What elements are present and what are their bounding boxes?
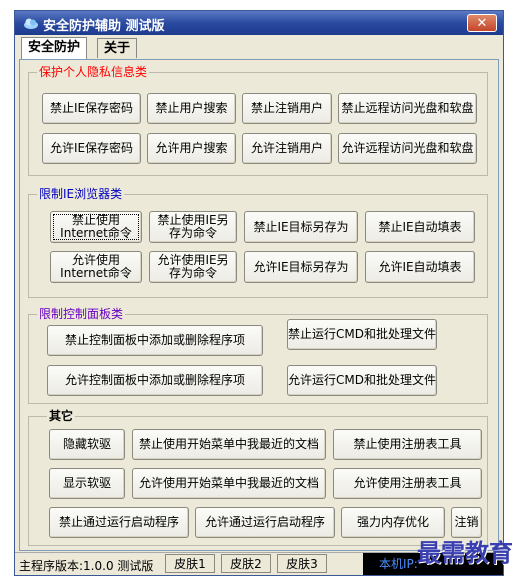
disable-ie-save-as-command-button[interactable]: 禁止使用IE另 存为命令	[149, 211, 237, 243]
allow-recent-docs-button[interactable]: 允许使用开始菜单中我最近的文档	[132, 468, 326, 499]
skin-2-button[interactable]: 皮肤2	[221, 554, 271, 573]
tab-about[interactable]: 关于	[97, 38, 138, 58]
window-title: 安全防护辅助 测试版	[43, 19, 165, 34]
group-ie: 限制IE浏览器类 禁止使用 Internet命令 禁止使用IE另 存为命令 禁止…	[28, 187, 488, 298]
disable-add-remove-programs-button[interactable]: 禁止控制面板中添加或删除程序项	[47, 325, 263, 356]
allow-user-search-button[interactable]: 允许用户搜索	[147, 133, 236, 164]
disable-recent-docs-button[interactable]: 禁止使用开始菜单中我最近的文档	[132, 429, 326, 460]
cloud-app-icon	[24, 18, 38, 29]
tab-content: 保护个人隐私信息类 禁止IE保存密码 禁止用户搜索 禁止注销用户 禁止远程访问光…	[19, 59, 499, 551]
group-control-panel: 限制控制面板类 禁止控制面板中添加或删除程序项 禁止运行CMD和批处理文件 允许…	[28, 307, 488, 404]
version-text: 主程序版本:1.0.0 测试版	[19, 559, 154, 573]
allow-ie-save-password-button[interactable]: 允许IE保存密码	[42, 133, 141, 164]
allow-logoff-user-button[interactable]: 允许注销用户	[242, 133, 332, 164]
group-other: 其它 隐藏软驱 禁止使用开始菜单中我最近的文档 禁止使用注册表工具 显示软驱 允…	[28, 409, 488, 546]
disable-user-search-button[interactable]: 禁止用户搜索	[147, 93, 236, 124]
allow-remote-cd-floppy-button[interactable]: 允许远程访问光盘和软盘	[338, 133, 477, 164]
group-privacy-title: 保护个人隐私信息类	[37, 65, 150, 79]
show-floppy-button[interactable]: 显示软驱	[49, 468, 125, 499]
group-ie-title: 限制IE浏览器类	[37, 187, 125, 201]
title-bar[interactable]: 安全防护辅助 测试版 ✕	[15, 11, 503, 35]
group-control-panel-title: 限制控制面板类	[37, 307, 126, 321]
disable-ie-target-save-as-button[interactable]: 禁止IE目标另存为	[244, 211, 358, 243]
button-label: 存为命令	[168, 226, 217, 240]
disable-registry-tools-button[interactable]: 禁止使用注册表工具	[333, 429, 482, 460]
allow-add-remove-programs-button[interactable]: 允许控制面板中添加或删除程序项	[47, 365, 263, 396]
allow-internet-command-button[interactable]: 允许使用 Internet命令	[50, 251, 142, 283]
tab-security[interactable]: 安全防护	[21, 37, 88, 59]
allow-cmd-batch-button[interactable]: 允许运行CMD和批处理文件	[287, 365, 437, 396]
watermark-text: 最需教育	[417, 538, 513, 567]
group-other-title: 其它	[47, 409, 76, 423]
main-window: 安全防护辅助 测试版 ✕ 安全防护 关于 保护个人隐私信息类 禁止IE保存密码 …	[14, 10, 504, 576]
allow-run-command-button[interactable]: 允许通过运行启动程序	[195, 507, 335, 538]
disable-run-command-button[interactable]: 禁止通过运行启动程序	[49, 507, 189, 538]
allow-ie-target-save-as-button[interactable]: 允许IE目标另存为	[244, 251, 358, 283]
disable-remote-cd-floppy-button[interactable]: 禁止远程访问光盘和软盘	[338, 93, 477, 124]
button-label: 存为命令	[168, 266, 217, 280]
skin-3-button[interactable]: 皮肤3	[277, 554, 327, 573]
allow-ie-autofill-button[interactable]: 允许IE自动填表	[365, 251, 475, 283]
ip-label: 本机IP:	[379, 557, 418, 571]
hide-floppy-button[interactable]: 隐藏软驱	[49, 429, 125, 460]
allow-registry-tools-button[interactable]: 允许使用注册表工具	[333, 468, 482, 499]
disable-internet-command-button[interactable]: 禁止使用 Internet命令	[50, 211, 142, 243]
close-button[interactable]: ✕	[467, 14, 497, 32]
allow-ie-save-as-command-button[interactable]: 允许使用IE另 存为命令	[149, 251, 237, 283]
group-privacy: 保护个人隐私信息类 禁止IE保存密码 禁止用户搜索 禁止注销用户 禁止远程访问光…	[28, 65, 488, 176]
disable-cmd-batch-button[interactable]: 禁止运行CMD和批处理文件	[287, 319, 437, 350]
button-label: Internet命令	[60, 226, 132, 240]
button-label: Internet命令	[60, 266, 132, 280]
skin-1-button[interactable]: 皮肤1	[165, 554, 215, 573]
disable-ie-autofill-button[interactable]: 禁止IE自动填表	[365, 211, 475, 243]
disable-logoff-user-button[interactable]: 禁止注销用户	[242, 93, 332, 124]
disable-ie-save-password-button[interactable]: 禁止IE保存密码	[42, 93, 141, 124]
